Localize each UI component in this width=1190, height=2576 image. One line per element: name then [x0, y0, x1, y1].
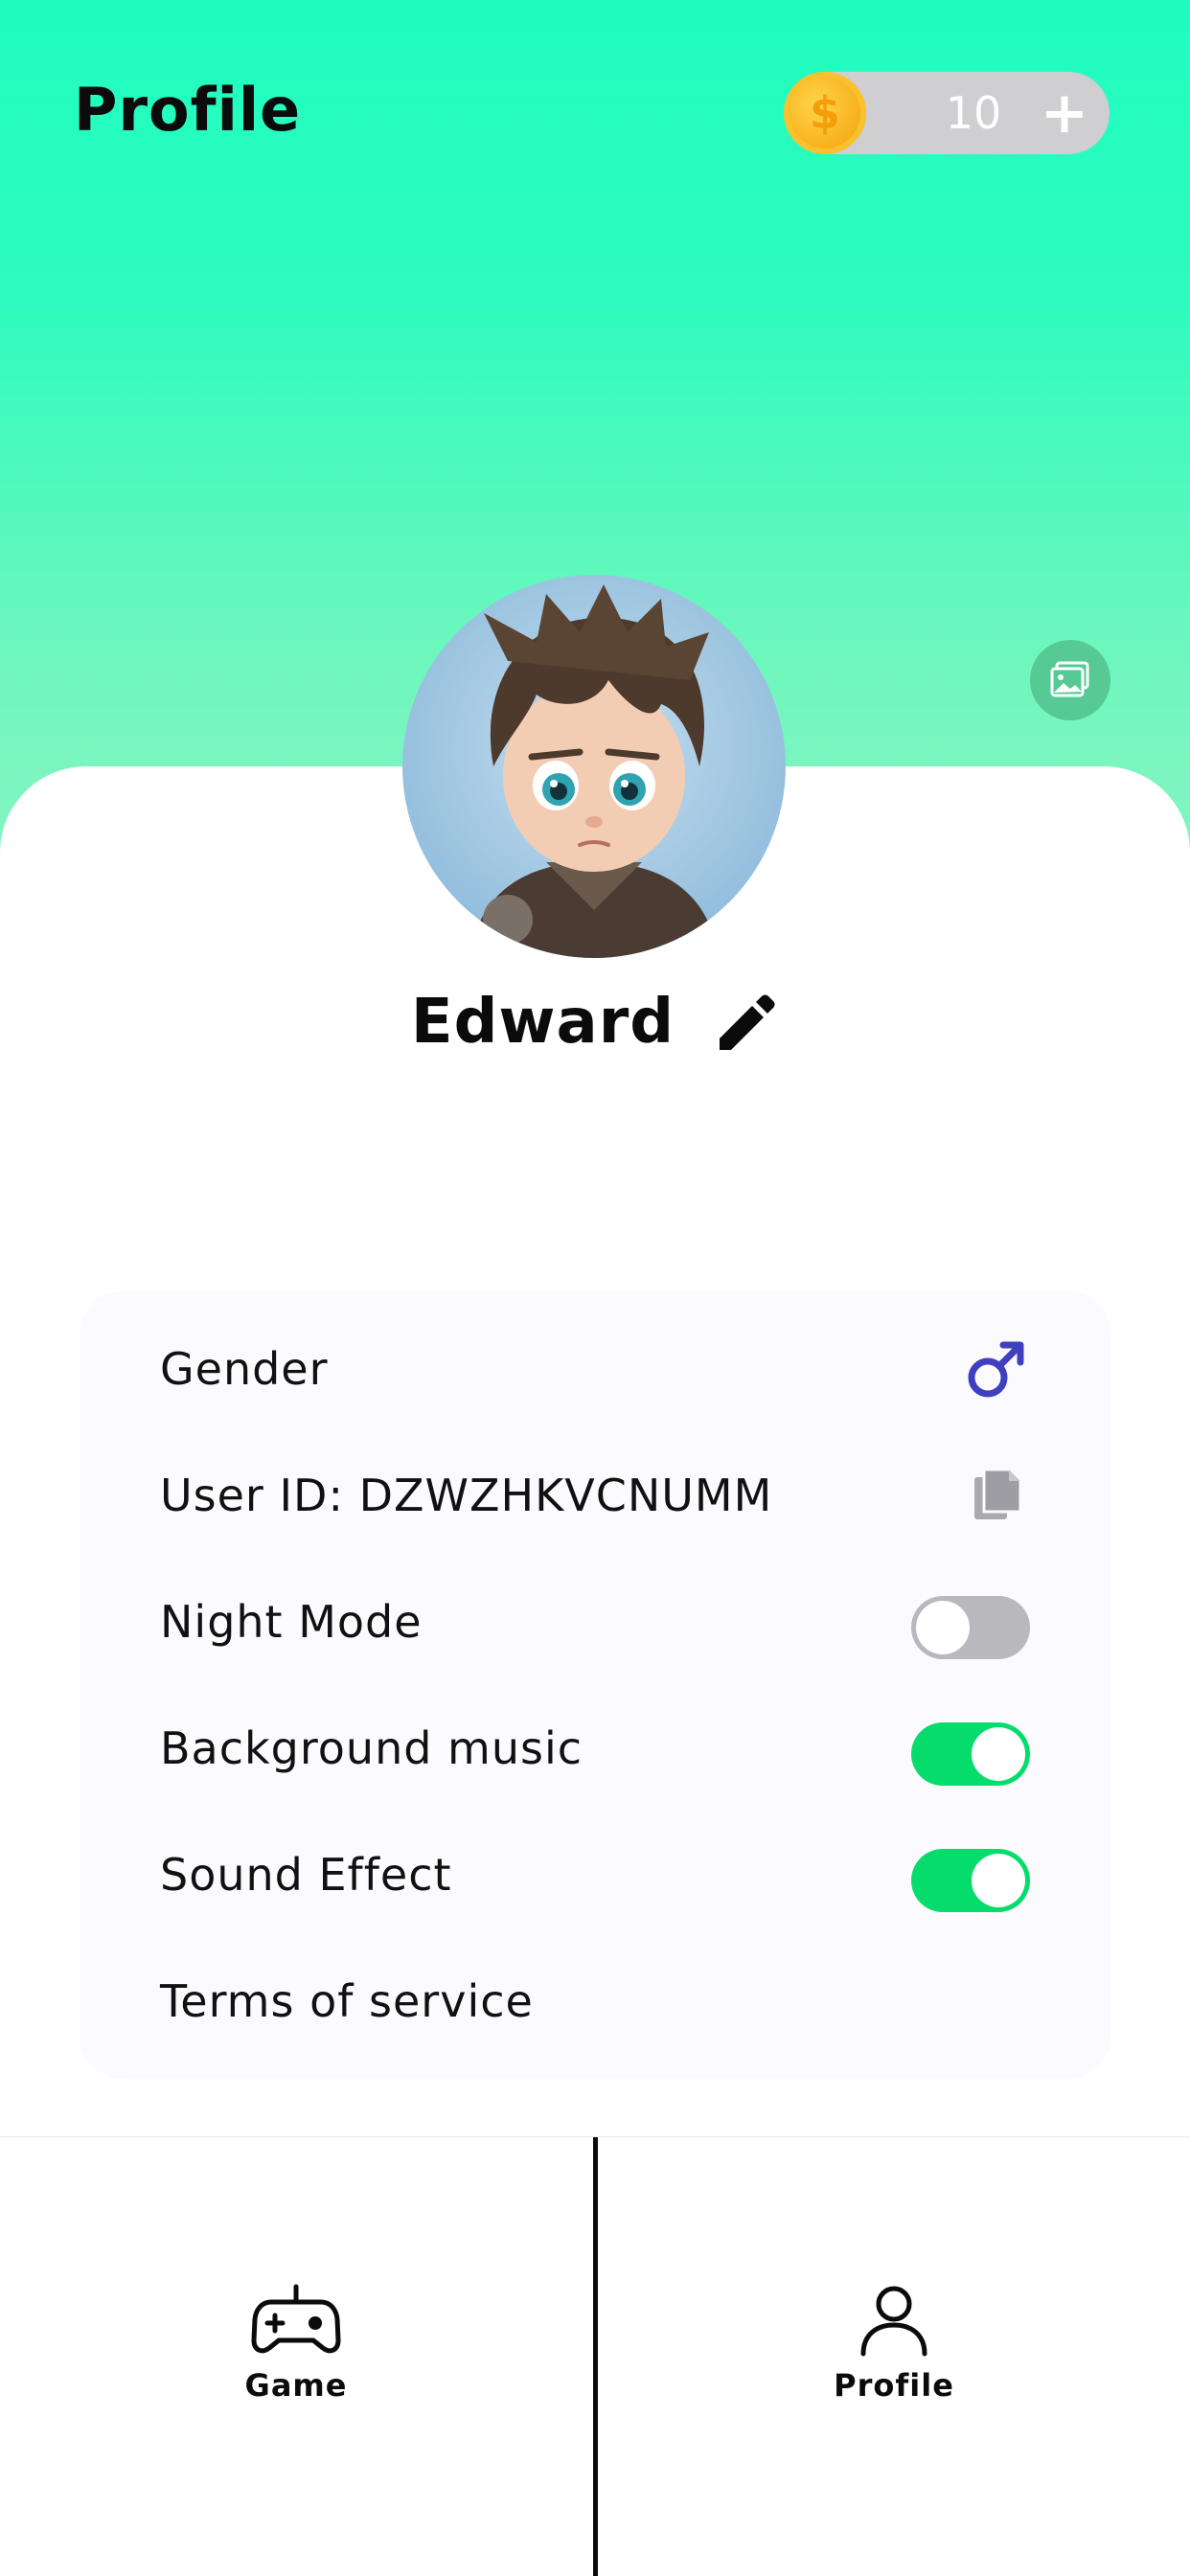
tab-game[interactable]: Game [152, 2281, 440, 2404]
name-row: Edward [0, 987, 1190, 1073]
gamepad-icon [251, 2284, 341, 2354]
avatar-illustration [469, 584, 719, 958]
setting-row-night-mode: Night Mode [80, 1569, 1110, 1675]
setting-row-sound-effect: Sound Effect [80, 1822, 1110, 1927]
change-background-button[interactable] [1030, 640, 1110, 720]
tab-game-label: Game [244, 2367, 348, 2404]
tab-divider [593, 2137, 598, 2576]
tab-profile-label: Profile [834, 2367, 954, 2404]
page-title: Profile [74, 75, 302, 145]
coin-symbol: $ [809, 87, 840, 139]
copy-icon[interactable] [963, 1462, 1030, 1529]
edit-name-pencil-icon[interactable] [712, 989, 779, 1056]
image-icon [1050, 661, 1089, 697]
settings-card: Gender User ID: DZWZHKVCNUMM Night Mode … [80, 1291, 1110, 2079]
setting-label: User ID: DZWZHKVCNUMM [160, 1470, 773, 1521]
add-coins-button[interactable]: + [1031, 72, 1098, 154]
setting-label: Night Mode [160, 1596, 423, 1648]
person-icon [860, 2286, 927, 2357]
terms-of-service-link[interactable]: Terms of service [160, 1949, 534, 2054]
toggle-knob [916, 1601, 970, 1654]
coin-count: 10 [945, 87, 1002, 139]
bottom-tab-bar: Game Profile [0, 2136, 1190, 2576]
night-mode-toggle[interactable] [911, 1596, 1030, 1659]
setting-label: Gender [160, 1343, 329, 1395]
setting-row-terms[interactable]: Terms of service [80, 1949, 1110, 2054]
avatar[interactable] [402, 575, 786, 958]
setting-row-gender[interactable]: Gender [80, 1316, 1110, 1422]
tab-profile[interactable]: Profile [750, 2281, 1038, 2404]
toggle-knob [972, 1727, 1025, 1781]
coin-icon: $ [784, 72, 866, 154]
avatar-image-icon[interactable] [402, 575, 464, 623]
background-music-toggle[interactable] [911, 1722, 1030, 1786]
sound-effect-toggle[interactable] [911, 1849, 1030, 1912]
user-name: Edward [410, 987, 675, 1058]
coin-balance-pill[interactable]: $ 10 + [784, 72, 1110, 154]
setting-row-user-id: User ID: DZWZHKVCNUMM [80, 1443, 1110, 1548]
setting-row-background-music: Background music [80, 1696, 1110, 1801]
setting-label: Sound Effect [160, 1849, 452, 1901]
male-icon [968, 1341, 1024, 1398]
toggle-knob [972, 1854, 1025, 1907]
setting-label: Background music [160, 1722, 584, 1774]
